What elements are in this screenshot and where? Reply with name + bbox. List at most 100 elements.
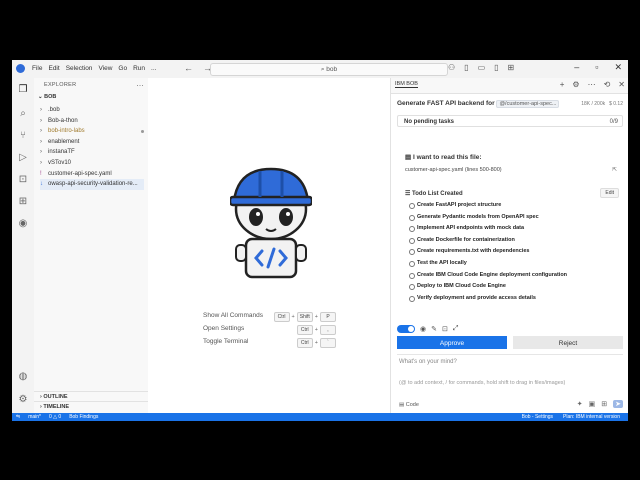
shortcut-show-all-commands[interactable]: Show All Commands Ctrl + Shift + P — [203, 312, 336, 325]
shortcut-key: Ctrl — [296, 325, 313, 335]
pencil-icon[interactable]: ✎ — [431, 325, 437, 333]
new-task-icon[interactable]: + — [560, 80, 565, 89]
terminal-icon[interactable]: ⊡ — [442, 325, 448, 333]
approve-button[interactable]: Approve — [397, 336, 507, 349]
remote-icon[interactable]: ⇋ — [16, 413, 20, 421]
tree-item-label: enablement — [48, 138, 80, 145]
panel-tab-bar: IBM BOB + ⚙ ⋯ ⟲ ✕ — [391, 78, 628, 94]
shortcut-toggle-terminal[interactable]: Toggle Terminal Ctrl + ` — [203, 338, 336, 351]
plan-indicator[interactable]: Plan: IBM internal version — [563, 413, 620, 421]
minimize-icon[interactable]: – — [574, 62, 579, 73]
panel-close-icon[interactable]: ✕ — [618, 80, 625, 89]
chat-placeholder: What's on your mind? — [399, 359, 457, 365]
menu-view[interactable]: View — [98, 65, 112, 72]
tree-item-enablement[interactable]: › enablement — [40, 137, 144, 148]
more-icon[interactable]: ⋯ — [588, 80, 596, 89]
read-file-path[interactable]: customer-api-spec.yaml (lines 500-800) ⇱ — [405, 167, 617, 178]
chevron-right-icon: › — [40, 117, 42, 124]
task-title: Generate FAST API backend for — [397, 100, 495, 107]
todo-item: Test the API locally — [409, 258, 567, 270]
chevron-right-icon: › — [40, 159, 42, 166]
modified-dot-icon — [141, 130, 144, 134]
bob-findings-indicator[interactable]: Bob Findings — [69, 413, 98, 421]
remote-explorer-icon[interactable]: ⊡ — [17, 174, 29, 186]
run-debug-icon[interactable]: ▷ — [17, 152, 29, 164]
shortcut-key: Shift — [296, 312, 313, 322]
expand-icon[interactable]: ⤢ — [453, 325, 459, 333]
tree-item-vstov10[interactable]: › vSTov10 — [40, 158, 144, 169]
menu-file[interactable]: File — [32, 65, 42, 72]
shortcut-label: Open Settings — [203, 325, 245, 332]
source-control-icon[interactable]: ⑂ — [17, 130, 29, 142]
menu-run[interactable]: Run — [133, 65, 145, 72]
command-center-search[interactable]: ⌕ bob — [210, 63, 448, 76]
send-icon[interactable]: ➤ — [613, 400, 623, 408]
tree-item-instanatf[interactable]: › instanaTF — [40, 147, 144, 158]
eye-icon[interactable]: ◉ — [420, 325, 426, 333]
chat-input-area[interactable]: What's on your mind? (@ to add context, … — [397, 354, 623, 411]
enhance-prompt-icon[interactable]: ✦ — [577, 400, 583, 408]
shortcut-open-settings[interactable]: Open Settings Ctrl + , — [203, 325, 336, 338]
branch-indicator[interactable]: main* — [28, 413, 41, 421]
menu-go[interactable]: Go — [118, 65, 127, 72]
history-icon[interactable]: ⟲ — [604, 80, 611, 89]
tree-item-label: instanaTF — [48, 149, 75, 156]
problems-indicator[interactable]: 0 △ 0 — [49, 413, 61, 421]
shortcut-label: Show All Commands — [203, 312, 263, 319]
todo-item: Create Dockerfile for containerization — [409, 235, 567, 247]
outline-section[interactable]: › OUTLINE — [34, 391, 148, 401]
reject-button[interactable]: Reject — [513, 336, 623, 349]
layout-aux-icon[interactable]: ▯ — [494, 63, 498, 72]
todo-edit-button[interactable]: Edit — [600, 188, 619, 198]
workspace-folder[interactable]: ⌄ BOB — [38, 94, 56, 100]
workspace-folder-label: BOB — [44, 94, 57, 100]
pending-tasks-bar[interactable]: No pending tasks 0/9 — [397, 115, 623, 127]
timeline-label: TIMELINE — [43, 404, 70, 410]
tree-item-customer-api-spec[interactable]: ! customer-api-spec.yaml — [40, 169, 144, 180]
copilot-icon[interactable]: ⚇ — [448, 63, 455, 72]
tree-item-owasp-report[interactable]: ↓ owasp-api-security-validation-re... — [40, 179, 144, 190]
maximize-icon[interactable]: ▫ — [595, 62, 598, 73]
tree-item-label: customer-api-spec.yaml — [48, 170, 112, 177]
back-arrow-icon[interactable]: ← — [184, 63, 193, 73]
search-activity-icon[interactable]: ⌕ — [17, 108, 29, 120]
extensions-icon[interactable]: ⊞ — [17, 196, 29, 208]
tree-item-bob-a-thon[interactable]: › Bob-a-thon — [40, 116, 144, 127]
todo-item: Verify deployment and provide access det… — [409, 293, 567, 305]
explorer-icon[interactable]: ❐ — [17, 84, 29, 96]
settings-gear-icon[interactable]: ⚙ — [17, 394, 29, 406]
tree-item-bob-intro-labs[interactable]: › bob-intro-labs — [40, 126, 144, 137]
todo-item: Create FastAPI project structure — [409, 200, 567, 212]
add-image-icon[interactable]: ▣ — [589, 400, 596, 408]
menu-edit[interactable]: Edit — [48, 65, 59, 72]
task-cost: $ 0.12 — [609, 101, 623, 107]
mode-icon: ▤ — [399, 402, 406, 408]
open-external-icon[interactable]: ⇱ — [612, 167, 617, 173]
bob-icon[interactable]: ◉ — [17, 218, 29, 230]
tree-item-bob[interactable]: › .bob — [40, 105, 144, 116]
bob-settings-indicator[interactable]: Bob - Settings — [522, 413, 553, 421]
bob-robot-mascot — [230, 167, 312, 279]
yaml-file-icon: ! — [40, 170, 42, 177]
account-icon[interactable]: ◍ — [17, 371, 29, 383]
more-actions-icon[interactable]: … — [136, 79, 144, 88]
bob-chat-panel: IBM BOB + ⚙ ⋯ ⟲ ✕ Generate FAST API back… — [390, 78, 628, 413]
editor-area: Show All Commands Ctrl + Shift + P Open … — [148, 78, 390, 413]
layout-panel-icon[interactable]: ▭ — [478, 63, 486, 72]
menu-bar: File Edit Selection View Go Run ... — [32, 65, 156, 72]
timeline-section[interactable]: › TIMELINE — [34, 401, 148, 411]
tab-ibm-bob[interactable]: IBM BOB — [395, 81, 418, 88]
attach-icon[interactable]: ⊞ — [601, 400, 607, 408]
explorer-sidebar: EXPLORER … ⌄ BOB › .bob › Bob-a-thon › bob-… — [34, 78, 149, 413]
settings-icon[interactable]: ⚙ — [572, 80, 579, 89]
menu-more[interactable]: ... — [151, 65, 156, 72]
customize-layout-icon[interactable]: ⊞ — [508, 63, 515, 72]
vscode-window: File Edit Selection View Go Run ... ← → … — [12, 60, 628, 421]
chevron-right-icon: › — [40, 138, 42, 145]
close-icon[interactable]: ✕ — [614, 62, 622, 73]
menu-selection[interactable]: Selection — [66, 65, 93, 72]
welcome-shortcuts: Show All Commands Ctrl + Shift + P Open … — [203, 312, 336, 351]
layout-sidebar-icon[interactable]: ▯ — [464, 63, 468, 72]
mode-selector[interactable]: ▤ Code — [399, 402, 419, 408]
auto-approve-toggle[interactable] — [397, 325, 415, 333]
